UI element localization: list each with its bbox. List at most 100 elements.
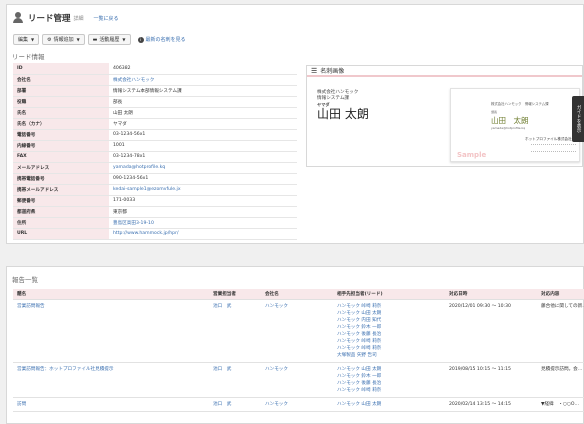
lead-field-value[interactable]: yamada@hotprofile.kq <box>109 162 297 174</box>
report-contacts-cell: ハンモック 峠崎 莉奈 ハンモック 山田 太朗 ハンモック 内田 知代 ハンモック 鈴… <box>333 299 445 363</box>
lead-field-label: URL <box>13 228 109 240</box>
card-image-company: 株式会社ハンモック 情報システム課 <box>491 102 549 106</box>
card-image-address-lines <box>531 144 576 152</box>
lead-field-row: 氏名 山田 太朗 <box>13 107 297 119</box>
report-datetime-cell-value: 2020/02/14 13:15 ～ 14:15 <box>449 401 511 407</box>
card-image-corp: ホットプロファイル株式会社 <box>525 137 572 141</box>
report-row: 訪問 池口 武 ハンモック ハンモック 山田 太朗 2020/02/14 13:15 ～… <box>13 397 584 412</box>
lead-field-value: 情報システム本部情報システム課 <box>109 85 297 97</box>
report-column-header[interactable]: 相手先担当者(リード) <box>333 289 445 300</box>
business-card-image[interactable]: 株式会社ハンモック 情報システム課 課長 山田 太朗 yamada@hotpro… <box>450 88 580 162</box>
report-title-cell-value[interactable]: 営業訪問報告 <box>17 303 205 310</box>
report-title-cell: 訪問 <box>13 397 209 412</box>
lead-field-row: 氏名（カナ） ヤマダ <box>13 118 297 130</box>
lead-field-value[interactable]: 豊島区高田3-19-10 <box>109 217 297 229</box>
report-column-header[interactable]: 会社名 <box>261 289 333 300</box>
report-content-cell-value: ▼経緯 ・○○O… <box>541 401 580 407</box>
report-column-header[interactable]: 題名 <box>13 289 209 300</box>
report-company-cell: ハンモック <box>261 299 333 363</box>
lead-field-value: 部長 <box>109 96 297 108</box>
report-contact-link[interactable]: ハンモック 山田 太朗 <box>337 366 441 373</box>
lead-field-row: 携帯メールアドレス kedai-sample1@ezomvfule.jx <box>13 184 297 196</box>
card-image-role: 課長 <box>491 110 498 114</box>
report-contact-link[interactable]: ハンモック 山田 太朗 <box>337 310 441 317</box>
lead-field-row: 内線番号 1001 <box>13 140 297 152</box>
report-row: 営業訪問報告：ホットプロファイル社見積提示 池口 武 ハンモック ハンモック 山田 太… <box>13 362 584 398</box>
activity-history-button[interactable]: ▬ 活動履歴 ▼ <box>87 34 131 45</box>
report-contacts-cell: ハンモック 山田 太朗 <box>333 397 445 412</box>
report-company-cell-value[interactable]: ハンモック <box>265 303 329 310</box>
report-company-cell-value[interactable]: ハンモック <box>265 366 329 373</box>
report-row: 営業訪問報告 池口 武ハンモック ハンモック 峠崎 莉奈 ハンモック 山田 太朗 ハンモ… <box>13 299 584 363</box>
report-contact-link[interactable]: ハンモック 鈴木 一郎 <box>337 324 441 331</box>
business-card-panel: ☰ 名刺画像 株式会社ハンモック 情報システム課 ヤマダ 山田 太朗 株式会社ハ… <box>306 65 583 167</box>
report-rep-cell-value[interactable]: 池口 武 <box>213 366 257 373</box>
report-datetime-cell-value: 2019/08/15 10:15 ～ 11:15 <box>449 366 511 372</box>
briefcase-icon: ▬ <box>92 36 98 43</box>
report-contact-link[interactable]: ハンモック 峠崎 莉奈 <box>337 387 441 394</box>
report-column-header[interactable]: 対応内容 <box>537 289 584 300</box>
report-contact-link[interactable]: ハンモック 後藤 長治 <box>337 380 441 387</box>
edit-button[interactable]: 編集 ▼ <box>13 34 40 45</box>
report-company-cell-value[interactable]: ハンモック <box>265 401 329 408</box>
lead-info-table: ID 406382 会社名 株式会社ハンモック 部署 情報システム本部情報システム課 役職部… <box>13 63 297 240</box>
report-title-cell-value[interactable]: 営業訪問報告：ホットプロファイル社見積提示 <box>17 366 205 373</box>
lead-field-label: 住所 <box>13 217 109 229</box>
guide-tab[interactable]: ガイドを表示 <box>572 96 584 142</box>
report-contact-link[interactable]: ハンモック 内田 知代 <box>337 317 441 324</box>
page-title: リード管理 <box>28 14 71 24</box>
report-contact-link[interactable]: ハンモック 峠崎 莉奈 <box>337 345 441 352</box>
report-datetime-cell: 2020/12/01 09:30 ～ 10:30 <box>445 299 537 363</box>
page-header: リード管理 詳細 一覧に戻る <box>13 11 119 25</box>
page-subtitle: 詳細 <box>73 15 84 22</box>
report-contact-link[interactable]: ハンモック 鈴木 一郎 <box>337 373 441 380</box>
lead-field-label: 会社名 <box>13 74 109 86</box>
report-rep-cell: 池口 武 <box>209 299 261 363</box>
latest-card-link[interactable]: i 最新の名刺を見る <box>137 36 186 43</box>
info-add-button[interactable]: ⚙ 情報追加 ▼ <box>42 34 85 45</box>
edit-button-label: 編集 <box>18 37 29 43</box>
report-list-panel: 報告一覧 題名 営業担当者 会社名 相手先担当者(リード) 対応日時 対応内容 営業訪問報… <box>6 266 584 424</box>
card-image-email: yamada@hotprofile.kq <box>491 126 526 130</box>
report-contact-link[interactable]: 大塚製品 矢野 告司 <box>337 352 441 359</box>
report-contact-link[interactable]: ハンモック 峠崎 莉奈 <box>337 303 441 310</box>
chevron-down-icon: ▼ <box>76 37 80 42</box>
report-content-cell-value: 見積提示訪問。会… <box>541 366 583 372</box>
lead-field-value[interactable]: 株式会社ハンモック <box>109 74 297 86</box>
lead-field-label: 都道府県 <box>13 206 109 218</box>
lead-field-value[interactable]: http://www.hammock.jp/hpr/ <box>109 228 297 240</box>
lead-field-label: FAX <box>13 151 109 163</box>
report-rep-cell-value[interactable]: 池口 武 <box>213 303 257 310</box>
report-column-header[interactable]: 営業担当者 <box>209 289 261 300</box>
report-content-cell: 藤合他に関しての新… <box>537 299 584 363</box>
business-card-title: 名刺画像 <box>320 68 345 75</box>
lead-field-label: 電話番号 <box>13 129 109 141</box>
report-title-cell-value[interactable]: 訪問 <box>17 401 205 408</box>
report-rep-cell-value[interactable]: 池口 武 <box>213 401 257 408</box>
lead-field-row: 電話番号 03-1234-56x1 <box>13 129 297 141</box>
lead-field-value: 406382 <box>109 63 297 75</box>
report-contact-link[interactable]: ハンモック 山田 太朗 <box>337 401 441 408</box>
lead-field-row: 部署 情報システム本部情報システム課 <box>13 85 297 97</box>
report-table-header: 題名 営業担当者 会社名 相手先担当者(リード) 対応日時 対応内容 <box>13 289 584 300</box>
report-contact-link[interactable]: ハンモック 後藤 長治 <box>337 331 441 338</box>
report-list-title: 報告一覧 <box>12 276 38 284</box>
lead-field-value: 171-0033 <box>109 195 297 207</box>
report-table: 題名 営業担当者 会社名 相手先担当者(リード) 対応日時 対応内容 営業訪問報告 池口 武… <box>13 289 584 412</box>
lead-field-value: 090-1234-56x1 <box>109 173 297 185</box>
report-column-header[interactable]: 対応日時 <box>445 289 537 300</box>
back-to-list-link[interactable]: 一覧に戻る <box>94 15 119 22</box>
lead-field-label: メールアドレス <box>13 162 109 174</box>
lead-info-title: リード情報 <box>12 53 45 61</box>
lead-field-value[interactable]: kedai-sample1@ezomvfule.jx <box>109 184 297 196</box>
lead-field-label: 役職 <box>13 96 109 108</box>
lead-field-value: 山田 太朗 <box>109 107 297 119</box>
info-add-button-label: 情報追加 <box>53 37 74 43</box>
list-icon: ☰ <box>311 66 318 75</box>
lead-field-row: 郵便番号 171-0033 <box>13 195 297 207</box>
report-contact-link[interactable]: ハンモック 峠崎 莉奈 <box>337 338 441 345</box>
report-content-cell: 見積提示訪問。会… <box>537 362 584 398</box>
lead-field-row: 都道府県 東京都 <box>13 206 297 218</box>
report-title-cell: 営業訪問報告：ホットプロファイル社見積提示 <box>13 362 209 398</box>
lead-field-label: 氏名（カナ） <box>13 118 109 130</box>
